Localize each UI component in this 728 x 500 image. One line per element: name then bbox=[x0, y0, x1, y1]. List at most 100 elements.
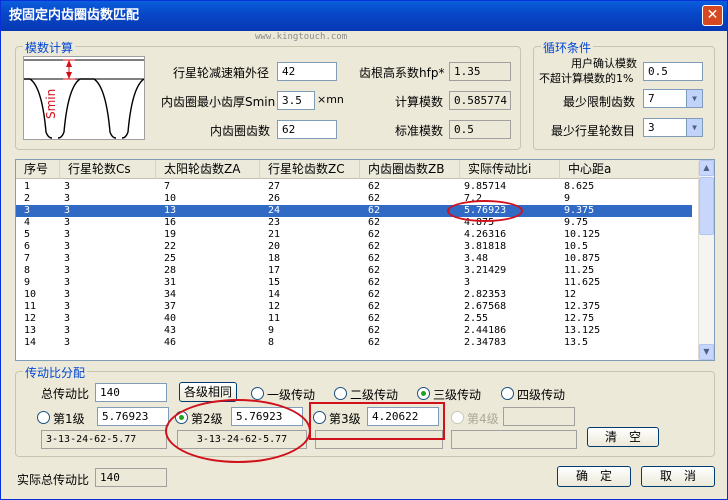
table-row[interactable]: 7 3 25 18 62 3.48 10.875 bbox=[16, 253, 692, 265]
table-cell: 3 bbox=[64, 289, 71, 300]
table-cell: 62 bbox=[368, 337, 381, 348]
vertical-scrollbar[interactable]: ▲ ▼ bbox=[698, 160, 714, 360]
table-row[interactable]: 6 3 22 20 62 3.81818 10.5 bbox=[16, 241, 692, 253]
level1-radio[interactable] bbox=[37, 411, 50, 424]
std-module-label: 标准模数 bbox=[395, 124, 444, 138]
results-table[interactable]: 序号 行星轮数Cs 太阳轮齿数ZA 行星轮齿数ZC 内齿圈齿数ZB 实际传动比i… bbox=[15, 159, 715, 361]
stage-label-1[interactable]: 一级传动 bbox=[267, 386, 315, 403]
table-row[interactable]: 10 3 34 14 62 2.82353 12 bbox=[16, 289, 692, 301]
table-cell: 16 bbox=[164, 217, 177, 228]
gear-tooth-diagram: Smin bbox=[23, 56, 145, 140]
stage-label-4[interactable]: 四级传动 bbox=[517, 386, 565, 403]
table-cell: 62 bbox=[368, 265, 381, 276]
col-header[interactable]: 中心距a bbox=[560, 160, 702, 179]
close-button[interactable]: ✕ bbox=[702, 5, 723, 26]
level4-radio[interactable] bbox=[451, 411, 464, 424]
table-cell: 3 bbox=[64, 301, 71, 312]
table-row[interactable]: 4 3 16 23 62 4.875 9.75 bbox=[16, 217, 692, 229]
table-cell: 3 bbox=[64, 217, 71, 228]
module-calc-title: 模数计算 bbox=[23, 39, 76, 56]
stage-label-3[interactable]: 三级传动 bbox=[433, 386, 481, 403]
table-cell: 26 bbox=[268, 193, 281, 204]
table-cell: 10.5 bbox=[564, 241, 589, 252]
col-header[interactable]: 序号 bbox=[16, 160, 60, 179]
min-planets-value: 3 bbox=[648, 121, 655, 134]
table-row[interactable]: 14 3 46 8 62 2.34783 13.5 bbox=[16, 337, 692, 349]
table-cell: 2.34783 bbox=[464, 337, 507, 348]
table-cell: 14 bbox=[268, 289, 281, 300]
level4-ratio-input[interactable] bbox=[503, 407, 575, 426]
table-cell: 25 bbox=[164, 253, 177, 264]
table-cell: 12 bbox=[268, 301, 281, 312]
table-row[interactable]: 3 3 13 24 62 5.76923 9.375 bbox=[16, 205, 692, 217]
table-cell: 62 bbox=[368, 289, 381, 300]
calc-module-label: 计算模数 bbox=[395, 95, 444, 109]
min-thickness-label: 内齿圈最小齿厚Smin bbox=[161, 95, 276, 109]
cancel-button[interactable]: 取 消 bbox=[641, 466, 715, 487]
level4-label[interactable]: 第4级 bbox=[467, 410, 499, 427]
clear-button[interactable]: 清 空 bbox=[587, 427, 659, 447]
table-cell: 3 bbox=[64, 181, 71, 192]
table-row[interactable]: 13 3 43 9 62 2.44186 13.125 bbox=[16, 325, 692, 337]
hfp-label: 齿根高系数hfp* bbox=[359, 66, 445, 80]
col-header[interactable]: 实际传动比i bbox=[460, 160, 560, 179]
table-row[interactable]: 8 3 28 17 62 3.21429 11.25 bbox=[16, 265, 692, 277]
table-row[interactable]: 5 3 19 21 62 4.26316 10.125 bbox=[16, 229, 692, 241]
table-cell: 14 bbox=[24, 337, 37, 348]
stage-radio-3[interactable] bbox=[417, 387, 430, 400]
col-header[interactable]: 内齿圈齿数ZB bbox=[360, 160, 460, 179]
table-row[interactable]: 1 3 7 27 62 9.85714 8.625 bbox=[16, 181, 692, 193]
table-cell: 62 bbox=[368, 181, 381, 192]
min-limit-select[interactable]: 7 ▼ bbox=[643, 89, 703, 108]
table-row[interactable]: 9 3 31 15 62 3 11.625 bbox=[16, 277, 692, 289]
table-cell: 4 bbox=[24, 217, 31, 228]
table-cell: 40 bbox=[164, 313, 177, 324]
col-header[interactable]: 行星轮齿数ZC bbox=[260, 160, 360, 179]
ring-teeth-input[interactable]: 62 bbox=[277, 120, 337, 139]
table-row[interactable]: 2 3 10 26 62 7.2 9 bbox=[16, 193, 692, 205]
table-cell: 62 bbox=[368, 193, 381, 204]
table-cell: 12 bbox=[24, 313, 37, 324]
col-header[interactable]: 太阳轮齿数ZA bbox=[156, 160, 260, 179]
scroll-thumb[interactable] bbox=[699, 177, 714, 235]
actual-total-field: 140 bbox=[95, 468, 167, 487]
table-cell: 3 bbox=[64, 277, 71, 288]
table-cell: 62 bbox=[368, 205, 381, 216]
level1-label[interactable]: 第1级 bbox=[53, 410, 85, 427]
table-cell: 11.625 bbox=[564, 277, 601, 288]
total-ratio-input[interactable]: 140 bbox=[95, 383, 167, 402]
table-cell: 13.125 bbox=[564, 325, 601, 336]
table-cell: 3 bbox=[64, 193, 71, 204]
outer-diameter-input[interactable]: 42 bbox=[277, 62, 337, 81]
chevron-down-icon[interactable]: ▼ bbox=[686, 90, 702, 107]
stage-radio-2[interactable] bbox=[334, 387, 347, 400]
scroll-up-icon[interactable]: ▲ bbox=[699, 160, 714, 176]
table-cell: 15 bbox=[268, 277, 281, 288]
table-cell: 3 bbox=[24, 205, 31, 216]
confirm-module-input[interactable]: 0.5 bbox=[643, 62, 703, 81]
table-cell: 62 bbox=[368, 277, 381, 288]
stage-label-2[interactable]: 二级传动 bbox=[350, 386, 398, 403]
table-cell: 27 bbox=[268, 181, 281, 192]
ratio-dist-title: 传动比分配 bbox=[23, 364, 88, 381]
stage-radio-4[interactable] bbox=[501, 387, 514, 400]
smin-label: Smin bbox=[44, 89, 58, 119]
table-cell: 2.67568 bbox=[464, 301, 507, 312]
table-cell: 20 bbox=[268, 241, 281, 252]
table-cell: 3 bbox=[464, 277, 471, 288]
loop-conditions-title: 循环条件 bbox=[541, 39, 594, 56]
scroll-down-icon[interactable]: ▼ bbox=[699, 344, 714, 360]
table-cell: 10 bbox=[24, 289, 37, 300]
table-row[interactable]: 11 3 37 12 62 2.67568 12.375 bbox=[16, 301, 692, 313]
col-header[interactable]: 行星轮数Cs bbox=[60, 160, 156, 179]
chevron-down-icon[interactable]: ▼ bbox=[686, 119, 702, 136]
min-limit-label: 最少限制齿数 bbox=[563, 95, 636, 109]
min-thickness-input[interactable]: 3.5 bbox=[277, 91, 315, 110]
table-cell: 3.81818 bbox=[464, 241, 507, 252]
level1-ratio-input[interactable]: 5.76923 bbox=[97, 407, 169, 426]
table-row[interactable]: 12 3 40 11 62 2.55 12.75 bbox=[16, 313, 692, 325]
min-planets-select[interactable]: 3 ▼ bbox=[643, 118, 703, 137]
stage-radio-1[interactable] bbox=[251, 387, 264, 400]
hfp-field: 1.35 bbox=[449, 62, 511, 81]
ok-button[interactable]: 确 定 bbox=[557, 466, 631, 487]
